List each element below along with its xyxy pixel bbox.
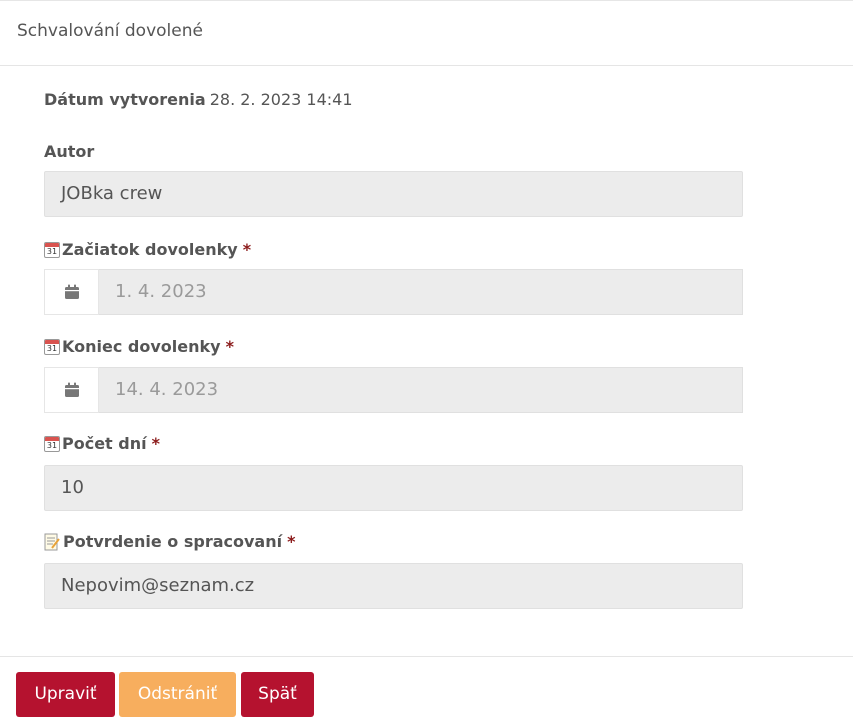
author-label-text: Autor xyxy=(44,142,95,161)
delete-button[interactable]: Odstrániť xyxy=(119,672,236,717)
days-label-text: Počet dní xyxy=(62,434,147,453)
calendar-icon xyxy=(64,284,79,299)
days-label: 31 Počet dní * xyxy=(44,434,160,453)
confirmation-label: Potvrdenie o spracovaní * xyxy=(44,532,295,551)
confirmation-label-text: Potvrdenie o spracovaní xyxy=(63,532,283,551)
end-date-input[interactable]: 14. 4. 2023 xyxy=(99,367,743,413)
calendar-icon: 31 xyxy=(44,435,60,452)
start-date-group: 1. 4. 2023 xyxy=(44,269,743,315)
end-date-label: 31 Koniec dovolenky * xyxy=(44,337,234,356)
author-field[interactable]: JOBka crew xyxy=(44,171,743,217)
days-field[interactable]: 10 xyxy=(44,465,743,511)
end-date-group: 14. 4. 2023 xyxy=(44,367,743,413)
required-mark: * xyxy=(225,337,234,356)
memo-icon xyxy=(44,533,60,551)
created-date-value: 28. 2. 2023 14:41 xyxy=(209,90,353,109)
calendar-icon: 31 xyxy=(44,338,60,355)
end-date-label-text: Koniec dovolenky xyxy=(62,337,221,356)
created-date-label: Dátum vytvorenia xyxy=(44,90,206,109)
start-date-label-text: Začiatok dovolenky xyxy=(62,240,238,259)
end-date-picker-button[interactable] xyxy=(44,367,99,413)
card-footer: Upraviť Odstrániť Späť xyxy=(0,656,853,724)
calendar-icon xyxy=(64,382,79,397)
card-header: Schvalování dovolené xyxy=(0,1,853,66)
calendar-icon: 31 xyxy=(44,241,60,258)
author-label: Autor xyxy=(44,142,94,161)
required-mark: * xyxy=(151,434,160,453)
approval-card: Schvalování dovolené Dátum vytvorenia 28.… xyxy=(0,0,853,724)
back-button[interactable]: Späť xyxy=(241,672,314,717)
created-date-row: Dátum vytvorenia 28. 2. 2023 14:41 xyxy=(44,90,353,109)
page-title: Schvalování dovolené xyxy=(17,21,203,41)
start-date-picker-button[interactable] xyxy=(44,269,99,315)
start-date-label: 31 Začiatok dovolenky * xyxy=(44,240,251,259)
start-date-input[interactable]: 1. 4. 2023 xyxy=(99,269,743,315)
edit-button[interactable]: Upraviť xyxy=(16,672,115,717)
required-mark: * xyxy=(242,240,252,259)
confirmation-field[interactable]: Nepovim@seznam.cz xyxy=(44,563,743,609)
required-mark: * xyxy=(287,532,296,551)
